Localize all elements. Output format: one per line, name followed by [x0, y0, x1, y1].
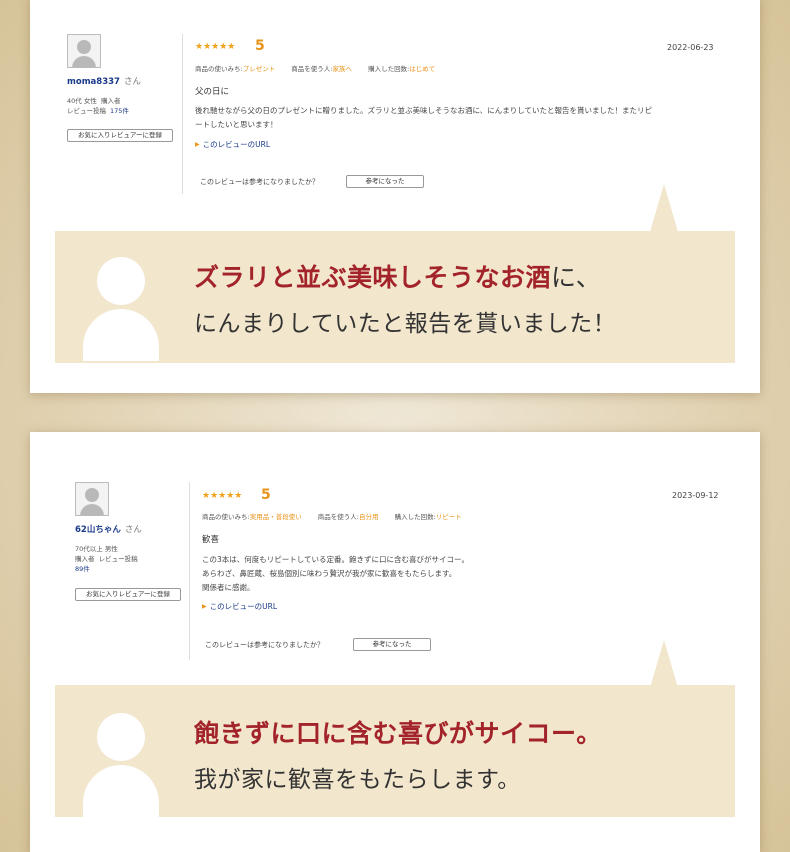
user-avatar-icon[interactable] — [75, 482, 109, 516]
times-value: リピート — [435, 513, 462, 521]
reviewer-info: 40代 女性 購入者 レビュー投稿 175件 — [67, 96, 129, 116]
usage-value: プレゼント — [242, 65, 276, 73]
divider — [182, 34, 183, 194]
callout-highlight: ズラリと並ぶ美味しそうなお酒に、 — [194, 258, 601, 294]
times-label: 購入した回数: — [368, 65, 410, 73]
helpful-question: このレビューは参考になりましたか？ — [200, 178, 319, 186]
usage-label: 商品の使いみち: — [195, 65, 243, 73]
reviewer-honorific: さん — [123, 77, 141, 87]
review-count[interactable]: 175件 — [110, 107, 129, 115]
review-card-1: moma8337 さん 40代 女性 購入者 レビュー投稿 175件 お気に入りレビ… — [30, 0, 760, 393]
review-url-link[interactable]: ▶ このレビューのURL — [202, 601, 277, 612]
callout-subtext: にんまりしていたと報告を貰いました！ — [194, 311, 617, 337]
favorite-reviewer-button[interactable]: お気に入りレビュアーに登録 — [75, 588, 181, 601]
reviewer-name-text[interactable]: 62山ちゃん — [75, 525, 121, 535]
callout-highlight-text: ズラリと並ぶ美味しそうなお酒 — [194, 263, 552, 292]
review-body-line: あらわざ、鼻匠蔵、桜島個別に味わう贅沢が我が家に歓喜をもたらします。 — [202, 569, 457, 578]
triangle-right-icon: ▶ — [195, 141, 200, 148]
review-title: 歓喜 — [202, 535, 220, 545]
person-icon — [83, 713, 159, 817]
callout-subtext: 我が家に歓喜をもたらします。 — [194, 767, 521, 793]
speech-bubble-tail — [650, 184, 678, 232]
reviewer-name[interactable]: 62山ちゃん さん — [75, 523, 142, 535]
review-count-label: レビュー投稿 — [67, 107, 106, 115]
review-url-text[interactable]: このレビューのURL — [210, 602, 277, 611]
star-rating-icon: ★★★★★ — [195, 42, 236, 52]
user-label: 商品を使う人: — [291, 65, 333, 73]
reviewer-name[interactable]: moma8337 さん — [67, 75, 141, 87]
user-label: 商品を使う人: — [317, 513, 359, 521]
person-icon — [83, 257, 159, 361]
review-url-text[interactable]: このレビューのURL — [203, 140, 270, 149]
usage-value: 実用品・普段使い — [249, 513, 302, 521]
rating-score: 5 — [255, 38, 265, 54]
times-label: 購入した回数: — [394, 513, 436, 521]
reviewer-buyer: 購入者 — [100, 97, 121, 105]
review-body-line: 関係者に感謝。 — [202, 583, 255, 592]
review-body-line: ートしたいと思います！ — [195, 120, 278, 129]
callout-bubble-1: ズラリと並ぶ美味しそうなお酒に、 にんまりしていたと報告を貰いました！ — [55, 231, 735, 363]
review-date: 2022-06-23 — [667, 43, 714, 52]
review-body-line: 後れ馳せながら父の日のプレゼントに贈りました。ズラリと並ぶ美味しそうなお酒に、に… — [195, 106, 653, 115]
callout-highlight-tail: に、 — [551, 263, 602, 292]
review-meta: 商品の使いみち:プレゼント 商品を使う人:家族へ 購入した回数:はじめて — [195, 63, 435, 73]
review-count-label: レビュー投稿 — [98, 555, 138, 563]
favorite-reviewer-button[interactable]: お気に入りレビュアーに登録 — [67, 129, 173, 142]
callout-bubble-2: 飽きずに口に含む喜びがサイコー。 我が家に歓喜をもたらします。 — [55, 685, 735, 817]
helpful-button[interactable]: 参考になった — [353, 638, 431, 651]
triangle-right-icon: ▶ — [202, 603, 207, 610]
user-value: 自分用 — [358, 513, 379, 521]
review-meta: 商品の使いみち:実用品・普段使い 商品を使う人:自分用 購入した回数:リピート — [202, 511, 462, 521]
review-2: 62山ちゃん さん 70代以上 男性 購入者 レビュー投稿 89件 お気に入りレビ… — [30, 432, 760, 660]
review-card-2: 62山ちゃん さん 70代以上 男性 購入者 レビュー投稿 89件 お気に入りレビ… — [30, 432, 760, 852]
review-date: 2023-09-12 — [672, 491, 719, 500]
review-body: この3本は、何度もリピートしている定番。飽きずに口に含む喜びがサイコー。 あらわ… — [202, 553, 732, 595]
callout-highlight: 飽きずに口に含む喜びがサイコー。 — [194, 719, 602, 748]
reviewer-info: 70代以上 男性 購入者 レビュー投稿 89件 — [75, 544, 138, 574]
times-value: はじめて — [409, 65, 436, 73]
helpful-question: このレビューは参考になりましたか？ — [205, 641, 324, 649]
divider — [189, 482, 190, 660]
review-count[interactable]: 89件 — [75, 565, 90, 573]
star-rating-icon: ★★★★★ — [202, 491, 243, 501]
reviewer-buyer: 購入者 — [75, 555, 95, 563]
usage-label: 商品の使いみち: — [202, 513, 250, 521]
review-url-link[interactable]: ▶ このレビューのURL — [195, 139, 270, 150]
review-body: 後れ馳せながら父の日のプレゼントに贈りました。ズラリと並ぶ美味しそうなお酒に、に… — [195, 104, 735, 132]
reviewer-age-gender: 70代以上 男性 — [75, 545, 118, 553]
helpful-button[interactable]: 参考になった — [346, 175, 424, 188]
review-body-line: この3本は、何度もリピートしている定番。飽きずに口に含む喜びがサイコー。 — [202, 555, 469, 564]
review-1: moma8337 さん 40代 女性 購入者 レビュー投稿 175件 お気に入りレビ… — [30, 0, 760, 206]
user-avatar-icon[interactable] — [67, 34, 101, 68]
rating-score: 5 — [261, 487, 271, 503]
reviewer-name-text[interactable]: moma8337 — [67, 77, 120, 87]
speech-bubble-tail — [650, 640, 678, 688]
reviewer-honorific: さん — [124, 525, 142, 535]
review-title: 父の日に — [195, 87, 230, 97]
user-value: 家族へ — [332, 65, 352, 73]
reviewer-age-gender: 40代 女性 — [67, 97, 97, 105]
